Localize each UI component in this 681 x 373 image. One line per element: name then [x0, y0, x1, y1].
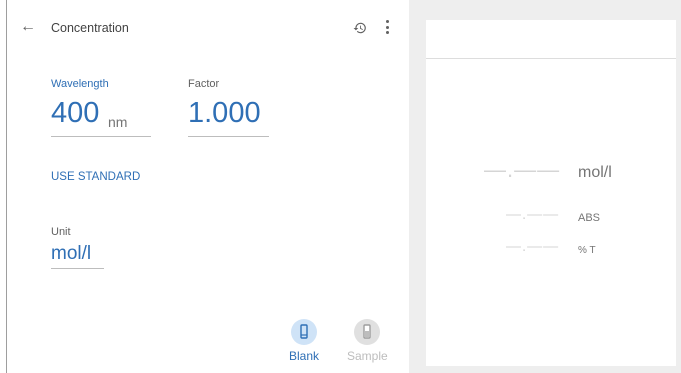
unit-label: Unit — [51, 226, 71, 238]
wavelength-label: Wavelength — [51, 78, 109, 90]
blank-button[interactable] — [291, 319, 317, 345]
back-arrow-icon[interactable]: ← — [20, 18, 36, 36]
result-card — [426, 20, 676, 366]
use-standard-button[interactable]: USE STANDARD — [51, 171, 140, 183]
abs-value: —.—— — [506, 206, 560, 223]
cuvette-icon — [300, 324, 308, 339]
factor-value[interactable]: 1.000 — [188, 97, 261, 130]
transmittance-value: —.—— — [506, 238, 560, 255]
history-icon[interactable] — [353, 21, 367, 40]
sample-label: Sample — [347, 349, 388, 363]
blank-label: Blank — [289, 349, 320, 363]
wavelength-value[interactable]: 400 — [51, 97, 99, 130]
settings-panel — [6, 0, 409, 373]
factor-label: Factor — [188, 78, 220, 90]
unit-select[interactable]: mol/l — [51, 243, 91, 265]
concentration-unit: mol/l — [578, 164, 612, 181]
wavelength-underline — [51, 136, 151, 137]
factor-underline — [188, 136, 269, 137]
cuvette-icon — [363, 324, 371, 339]
page-title: Concentration — [51, 21, 129, 35]
sample-button[interactable] — [354, 319, 380, 345]
result-card-divider — [426, 58, 676, 59]
transmittance-unit: % T — [578, 245, 596, 256]
more-options-icon[interactable] — [386, 20, 390, 37]
concentration-value: —.—— — [484, 157, 561, 182]
abs-unit: ABS — [578, 212, 601, 224]
unit-underline — [51, 268, 104, 269]
wavelength-unit: nm — [108, 114, 128, 130]
